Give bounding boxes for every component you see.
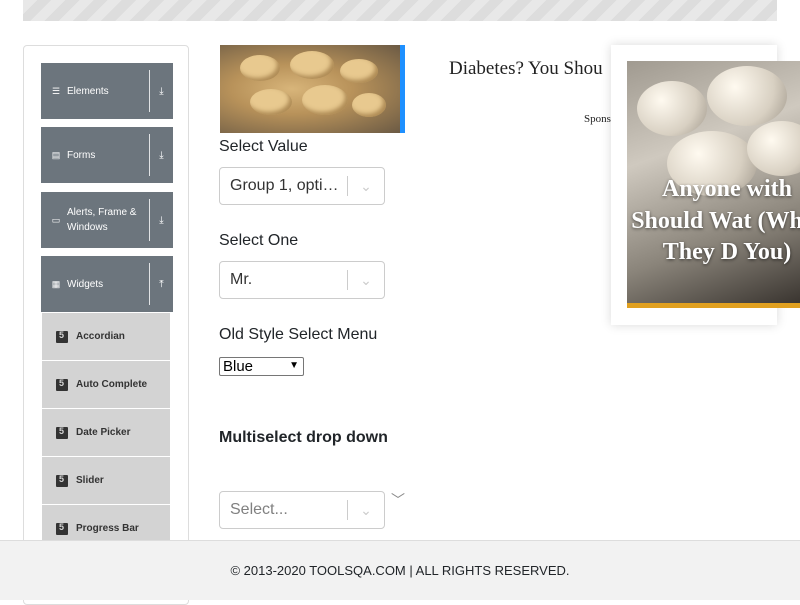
select-one-label: Select One	[219, 232, 299, 249]
sidebar-item-label: Date Picker	[76, 427, 131, 438]
select-one-dropdown[interactable]: Mr. ⌄	[219, 261, 385, 299]
ad-image-detail	[340, 59, 378, 83]
ad-image-detail	[250, 89, 292, 115]
sidebar-item-auto-complete[interactable]: Auto Complete	[42, 361, 170, 408]
html5-icon	[56, 330, 68, 343]
multiselect-dropdown[interactable]: Select... ⌄	[219, 491, 385, 529]
divider	[149, 199, 150, 241]
sidebar-item-date-picker[interactable]: Date Picker	[42, 409, 170, 456]
select-value-dropdown[interactable]: Group 1, option 1 ⌄	[219, 167, 385, 205]
sidebar-group-label: Widgets	[67, 278, 104, 290]
chevron-down-icon: ▼	[289, 360, 299, 371]
chevron-down-icon[interactable]: ﹀	[391, 490, 405, 510]
html5-icon	[56, 522, 68, 535]
divider	[149, 134, 150, 176]
grid-icon: ▦	[51, 278, 61, 289]
top-banner-ad	[23, 0, 777, 21]
old-style-select[interactable]: Blue ▼	[219, 357, 304, 376]
left-sidebar: ☰ Elements ⤓ ▤ Forms ⤓ ▭ Alerts, Frame &…	[23, 45, 189, 605]
sidebar-group-label: Elements	[67, 85, 109, 97]
ad-image-detail	[290, 51, 334, 79]
expand-icon[interactable]: ⤓	[150, 150, 173, 161]
multiselect-placeholder: Select...	[230, 501, 288, 518]
old-style-select-label: Old Style Select Menu	[219, 326, 378, 343]
sidebar-group-label: Forms	[67, 149, 96, 161]
page-footer: © 2013-2020 TOOLSQA.COM | ALL RIGHTS RES…	[0, 540, 800, 600]
html5-icon	[56, 474, 68, 487]
chevron-down-icon[interactable]: ⌄	[348, 178, 384, 195]
expand-icon[interactable]: ⤓	[150, 86, 173, 97]
collapse-icon[interactable]: ⤒	[150, 279, 173, 290]
list-icon: ☰	[51, 85, 61, 96]
divider	[149, 263, 150, 305]
ad-image-detail	[352, 93, 386, 117]
ad-image-detail	[637, 81, 707, 136]
divider	[149, 70, 150, 112]
ad-image-detail	[707, 66, 787, 126]
sidebar-group-elements[interactable]: ☰ Elements ⤓	[41, 63, 173, 119]
form-icon: ▤	[51, 149, 61, 160]
sidebar-item-label: Progress Bar	[76, 523, 139, 534]
sidebar-item-label: Slider	[76, 475, 104, 486]
footer-copyright: © 2013-2020 TOOLSQA.COM | ALL RIGHTS RES…	[230, 563, 570, 578]
sidebar-item-accordian[interactable]: Accordian	[42, 313, 170, 360]
sidebar-item-slider[interactable]: Slider	[42, 457, 170, 504]
html5-icon	[56, 378, 68, 391]
select-value-label: Select Value	[219, 138, 308, 155]
select-one-current: Mr.	[230, 271, 253, 288]
ad-image-detail	[240, 55, 280, 81]
select-value-current: Group 1, option 1	[230, 177, 347, 194]
old-style-select-value: Blue	[223, 358, 254, 375]
ad-image-detail	[302, 85, 348, 115]
sidebar-item-label: Accordian	[76, 331, 125, 342]
sidebar-group-label: Alerts, Frame & Windows	[67, 207, 137, 233]
window-icon: ▭	[51, 214, 61, 225]
sidebar-group-forms[interactable]: ▤ Forms ⤓	[41, 127, 173, 183]
multiselect-label: Multiselect drop down	[219, 429, 388, 446]
ad-image-cashews[interactable]	[220, 45, 405, 133]
chevron-down-icon[interactable]: ⌄	[348, 502, 384, 519]
sidebar-group-widgets[interactable]: ▦ Widgets ⤒	[41, 256, 173, 312]
chevron-down-icon[interactable]: ⌄	[348, 272, 384, 289]
ad-popup-text: Anyone with Should Wat (What They D You)	[631, 176, 800, 265]
expand-icon[interactable]: ⤓	[150, 215, 173, 226]
ad-headline[interactable]: Diabetes? You Shou	[449, 58, 603, 80]
ad-sponsor-label: Spons	[584, 113, 611, 125]
sidebar-group-alerts[interactable]: ▭ Alerts, Frame & Windows ⤓	[41, 192, 173, 248]
sidebar-item-label: Auto Complete	[76, 379, 148, 390]
html5-icon	[56, 426, 68, 439]
